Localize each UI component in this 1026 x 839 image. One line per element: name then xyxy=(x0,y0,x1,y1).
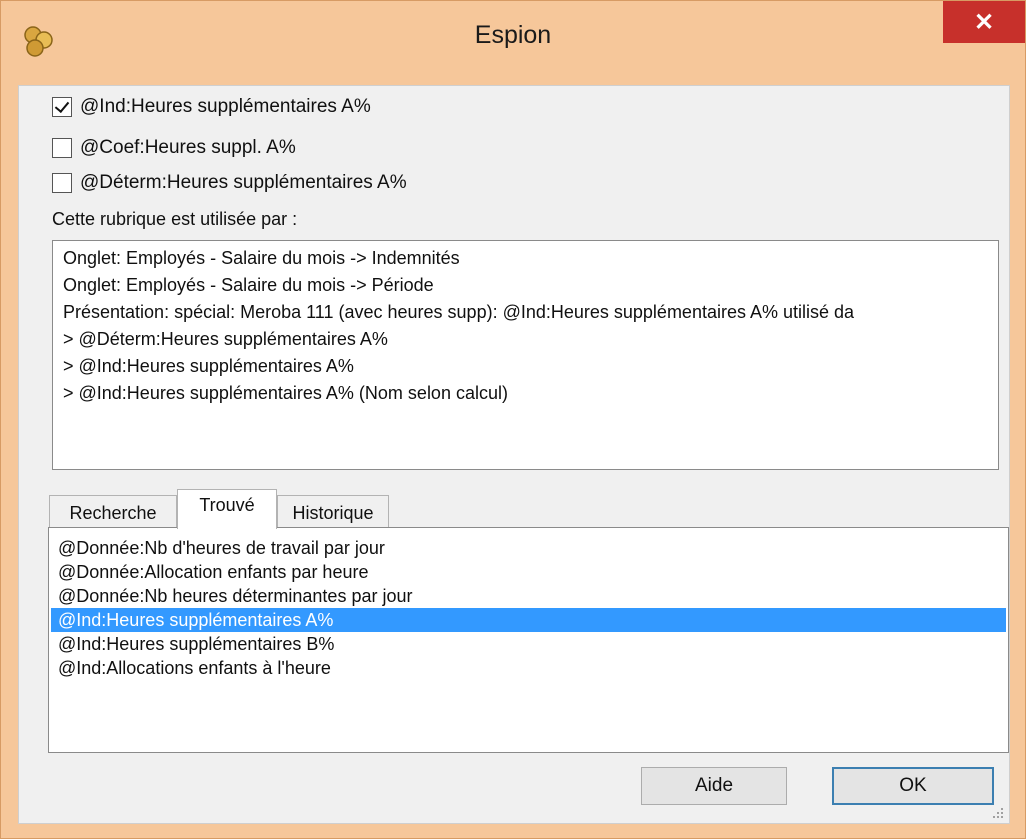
list-item[interactable]: @Donnée:Nb d'heures de travail par jour xyxy=(51,536,1006,560)
close-button[interactable]: ✕ xyxy=(943,1,1025,43)
list-item[interactable]: > @Ind:Heures supplémentaires A% (Nom se… xyxy=(53,380,998,407)
checkbox-box[interactable] xyxy=(52,97,72,117)
checkbox-box[interactable] xyxy=(52,173,72,193)
help-button[interactable]: Aide xyxy=(641,767,787,805)
list-item[interactable]: > @Déterm:Heures supplémentaires A% xyxy=(53,326,998,353)
used-by-list[interactable]: Onglet: Employés - Salaire du mois -> In… xyxy=(52,240,999,470)
dialog-client-area: @Ind:Heures supplémentaires A% @Coef:Heu… xyxy=(18,85,1010,824)
list-item[interactable]: @Ind:Allocations enfants à l'heure xyxy=(51,656,1006,680)
checkbox-box[interactable] xyxy=(52,138,72,158)
tab-historique[interactable]: Historique xyxy=(277,495,389,529)
list-item[interactable]: Onglet: Employés - Salaire du mois -> Pé… xyxy=(53,272,998,299)
list-item[interactable]: > @Ind:Heures supplémentaires A% xyxy=(53,353,998,380)
resize-grip-icon[interactable] xyxy=(989,804,1005,820)
espion-window: Espion ✕ @Ind:Heures supplémentaires A% … xyxy=(0,0,1026,839)
checkbox-label: @Coef:Heures suppl. A% xyxy=(80,137,296,158)
list-item-selected[interactable]: @Ind:Heures supplémentaires A% xyxy=(51,608,1006,632)
list-item[interactable]: Onglet: Employés - Salaire du mois -> In… xyxy=(53,245,998,272)
window-title: Espion xyxy=(474,21,552,49)
list-item[interactable]: @Donnée:Allocation enfants par heure xyxy=(51,560,1006,584)
tab-trouve[interactable]: Trouvé xyxy=(177,489,277,529)
checkbox-label: @Ind:Heures supplémentaires A% xyxy=(80,96,371,117)
used-by-label: Cette rubrique est utilisée par : xyxy=(52,209,298,229)
list-item[interactable]: @Ind:Heures supplémentaires B% xyxy=(51,632,1006,656)
title-bar[interactable]: Espion ✕ xyxy=(1,1,1025,83)
checkbox-ind-heures-supp[interactable]: @Ind:Heures supplémentaires A% xyxy=(52,94,371,120)
close-icon: ✕ xyxy=(973,8,995,36)
ok-button[interactable]: OK xyxy=(832,767,994,805)
list-item[interactable]: @Donnée:Nb heures déterminantes par jour xyxy=(51,584,1006,608)
list-item[interactable]: Présentation: spécial: Meroba 111 (avec … xyxy=(53,299,998,326)
checkbox-determ-heures-supp[interactable]: @Déterm:Heures supplémentaires A% xyxy=(52,170,407,196)
tab-recherche[interactable]: Recherche xyxy=(49,495,177,529)
checkbox-label: @Déterm:Heures supplémentaires A% xyxy=(80,172,407,193)
checkbox-coef-heures-suppl[interactable]: @Coef:Heures suppl. A% xyxy=(52,135,296,161)
found-list[interactable]: @Donnée:Nb d'heures de travail par jour … xyxy=(48,527,1009,753)
